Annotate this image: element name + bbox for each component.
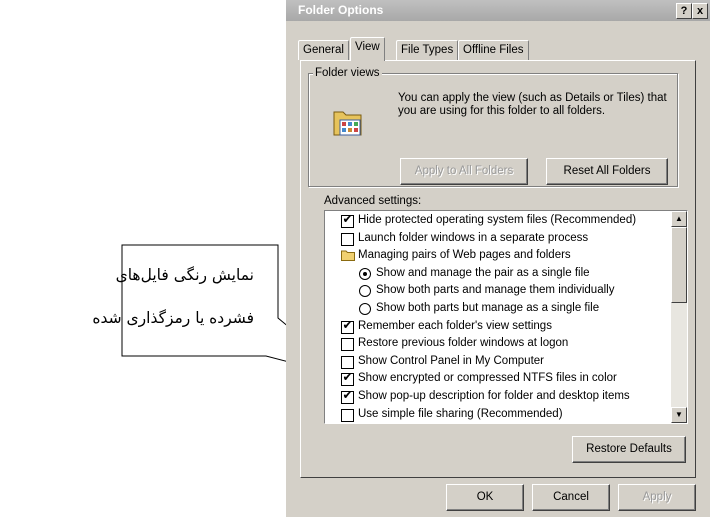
restore-defaults-button[interactable]: Restore Defaults	[572, 436, 686, 463]
check-mark-icon: ✔	[342, 317, 353, 332]
setting-label: Show and manage the pair as a single fil…	[376, 266, 590, 279]
tab-general[interactable]: General	[298, 40, 349, 60]
check-mark-icon: ✔	[342, 370, 353, 385]
setting-label: Launch folder windows in a separate proc…	[358, 231, 589, 244]
reset-all-folders-button[interactable]: Reset All Folders	[546, 158, 668, 185]
check-mark-icon: ✔	[342, 388, 353, 402]
setting-row[interactable]: ✔ Hide protected operating system files (…	[325, 212, 665, 229]
setting-row[interactable]: Use simple file sharing (Recommended)	[325, 406, 665, 423]
check-mark-icon: ✔	[342, 212, 353, 226]
setting-row[interactable]: Restore previous folder windows at logon	[325, 335, 665, 352]
callout-line-2: فشرده یا رمزگذاری شده	[92, 309, 254, 327]
setting-label: Show Control Panel in My Computer	[358, 354, 544, 367]
radio-unselected[interactable]	[359, 285, 371, 298]
radio-selected[interactable]	[359, 267, 371, 280]
setting-row[interactable]: Managing pairs of Web pages and folders	[325, 247, 665, 264]
setting-label: Managing pairs of Web pages and folders	[358, 249, 571, 262]
folder-settings-icon	[333, 111, 362, 136]
setting-row[interactable]: ✔ Remember each folder's view settings	[325, 318, 665, 335]
setting-label: Restore previous folder windows at logon	[358, 337, 569, 350]
folder-views-description: You can apply the view (such as Details …	[398, 92, 667, 117]
tab-offline-files[interactable]: Offline Files	[458, 40, 529, 60]
setting-label: Hide protected operating system files (R…	[358, 214, 637, 226]
setting-label: Show both parts and manage them individu…	[376, 284, 615, 297]
checkbox-unchecked[interactable]	[341, 355, 354, 369]
setting-row[interactable]: Show and manage the pair as a single fil…	[325, 265, 665, 282]
window-title: Folder Options	[298, 3, 384, 17]
apply-button[interactable]: Apply	[618, 484, 696, 511]
callout-line-1: نمایش رنگی فایل‌های	[115, 266, 254, 284]
ok-button[interactable]: OK	[446, 484, 524, 511]
scroll-up-icon[interactable]: ▲	[671, 211, 687, 227]
folder-options-dialog: Folder Options ? x General View File Typ…	[286, 0, 710, 517]
setting-row[interactable]: Show both parts but manage as a single f…	[325, 300, 665, 317]
tab-file-types[interactable]: File Types	[396, 40, 459, 60]
scroll-thumb[interactable]	[671, 227, 687, 303]
setting-label: Show both parts but manage as a single f…	[376, 302, 600, 314]
checkbox-checked[interactable]: ✔	[341, 317, 354, 334]
checkbox-checked[interactable]: ✔	[341, 370, 354, 387]
setting-row[interactable]: ✔ Show encrypted or compressed NTFS files…	[325, 370, 665, 387]
vertical-scrollbar[interactable]: ▲ ▼	[671, 211, 687, 423]
title-bar[interactable]: Folder Options ? x	[286, 0, 710, 21]
advanced-settings-list[interactable]: ✔ Hide protected operating system files (…	[324, 210, 688, 424]
help-button[interactable]: ?	[676, 3, 692, 19]
apply-to-all-folders-button[interactable]: Apply to All Folders	[400, 158, 528, 185]
setting-label: Remember each folder's view settings	[358, 319, 552, 332]
advanced-settings-label: Advanced settings:	[324, 195, 422, 207]
close-button[interactable]: x	[692, 3, 708, 19]
setting-row[interactable]: Launch folder windows in a separate proc…	[325, 230, 665, 247]
setting-label: Show encrypted or compressed NTFS files …	[358, 372, 617, 385]
checkbox-unchecked[interactable]	[341, 408, 354, 422]
annotation-callout: نمایش رنگی فایل‌های فشرده یا رمزگذاری شد…	[0, 0, 290, 380]
checkbox-unchecked[interactable]	[341, 338, 354, 352]
radio-unselected[interactable]	[359, 303, 371, 315]
folder-icon	[341, 250, 355, 262]
checkbox-checked[interactable]: ✔	[341, 212, 354, 228]
tab-view[interactable]: View	[350, 37, 385, 61]
setting-row[interactable]: ✔ Show pop-up description for folder and …	[325, 388, 665, 405]
checkbox-checked[interactable]: ✔	[341, 388, 354, 404]
setting-label: Show pop-up description for folder and d…	[358, 390, 630, 402]
radio-dot-icon	[363, 271, 367, 276]
setting-row[interactable]: Show Control Panel in My Computer	[325, 353, 665, 370]
checkbox-unchecked[interactable]	[341, 232, 354, 246]
scroll-down-icon[interactable]: ▼	[671, 407, 687, 423]
cancel-button[interactable]: Cancel	[532, 484, 610, 511]
setting-label: Use simple file sharing (Recommended)	[358, 407, 563, 420]
setting-row[interactable]: Show both parts and manage them individu…	[325, 282, 665, 299]
folder-views-label: Folder views	[313, 67, 382, 79]
